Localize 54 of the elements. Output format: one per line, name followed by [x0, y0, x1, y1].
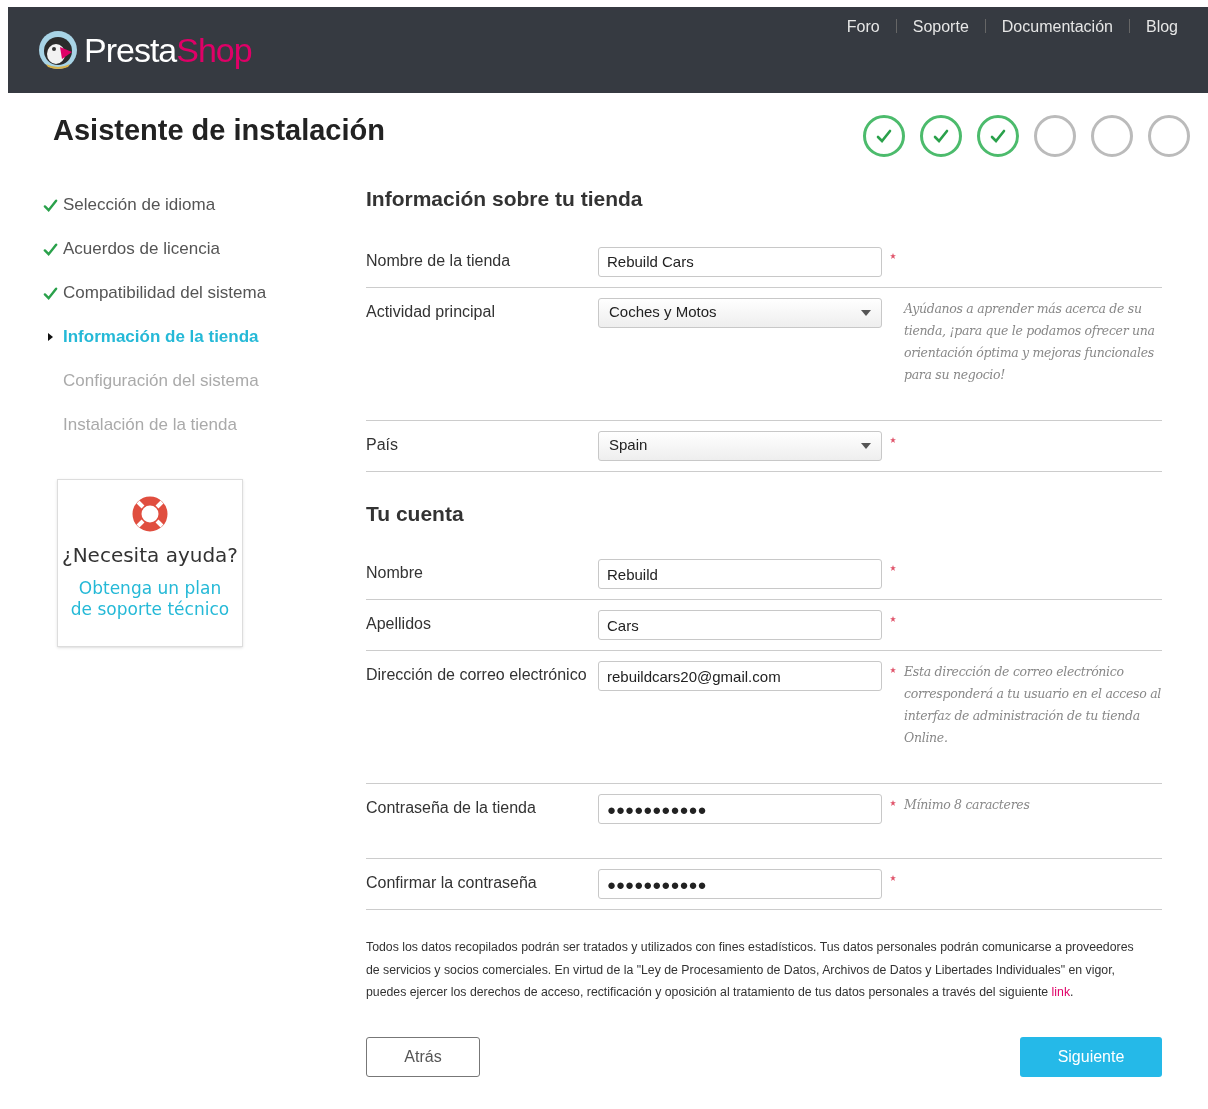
nav-link[interactable]: Documentación: [1001, 15, 1113, 39]
required-icon: [890, 875, 896, 881]
field-label: Apellidos: [366, 614, 432, 634]
check-icon: [990, 128, 1006, 144]
input-field[interactable]: Cars: [598, 610, 882, 640]
help-text: Ayúdanos a aprender más acerca de su tienda, ¡para que le podamos ofrecer una orientación óptima y mejoras funcionales para su negocio!: [904, 299, 1156, 384]
required-icon: [890, 252, 896, 259]
check-icon: [876, 128, 892, 144]
step-item: Configuración del sistema: [63, 370, 259, 393]
step-item: Selección de idioma: [63, 194, 216, 217]
step-item: Información de la tienda: [63, 326, 259, 349]
field-label: Nombre: [366, 563, 424, 583]
arrow-icon: [48, 333, 53, 341]
privacy-notice: Todos los datos recopilados podrán ser tratados y utilizados con fines estadísticos. Tus datos personales podrán comunicarse a proveedores de servicios y socios comerciales. En virtud de la "Ley de Procesamiento de Datos, Archivos de Datos y Libertades Individuales" en vigor, puedes ejercer los derechos de acceso, rectificación y oposición al tratamiento de tus datos personales a través del siguiente link.: [366, 939, 1135, 1001]
logo-text: PrestaShop: [84, 33, 252, 67]
help-text: Esta dirección de correo electrónico corresponderá a tu usuario en el acceso al interfaz de administración de tu tienda Online.: [904, 663, 1162, 747]
step-item: Instalación de la tienda: [63, 414, 237, 437]
password-field[interactable]: ●●●●●●●●●●●: [598, 794, 882, 824]
nav-link[interactable]: Blog: [1145, 15, 1178, 39]
page-title: Asistente de instalación: [53, 113, 385, 149]
input-field[interactable]: Rebuild Cars: [598, 246, 882, 277]
input-field[interactable]: rebuildcars20@gmail.com: [598, 661, 882, 691]
check-icon: [933, 128, 949, 144]
nav-link[interactable]: Soporte: [912, 15, 969, 39]
check-icon: [43, 197, 58, 213]
field-label: Contraseña de la tienda: [366, 798, 537, 818]
back-button[interactable]: Atrás: [366, 1036, 480, 1077]
required-icon: [890, 616, 896, 622]
select-field[interactable]: Spain: [598, 430, 882, 461]
field-label: Dirección de correo electrónico: [366, 665, 588, 685]
input-field[interactable]: Rebuild: [598, 559, 882, 589]
section-title: Tu cuenta: [366, 500, 465, 527]
check-icon: [43, 241, 58, 257]
caret-icon: [861, 309, 871, 316]
required-icon: [890, 800, 896, 806]
password-field[interactable]: ●●●●●●●●●●●: [598, 869, 882, 899]
step-item: Compatibilidad del sistema: [63, 282, 267, 305]
lifebuoy-icon: [132, 496, 168, 532]
puffin-logo-icon: [38, 30, 78, 70]
field-label: Confirmar la contraseña: [366, 873, 538, 893]
section-title: Información sobre tu tienda: [366, 186, 644, 212]
check-icon: [43, 285, 58, 301]
field-label: País: [366, 434, 399, 455]
help-text: Mínimo 8 caracteres: [904, 796, 1031, 814]
required-icon: [890, 667, 896, 673]
nav-link[interactable]: Foro: [846, 15, 880, 39]
select-field[interactable]: Coches y Motos: [598, 297, 882, 328]
field-label: Actividad principal: [366, 301, 496, 322]
required-icon: [890, 436, 896, 443]
caret-icon: [861, 442, 871, 449]
step-item: Acuerdos de licencia: [63, 238, 220, 261]
required-icon: [890, 565, 896, 571]
field-label: Nombre de la tienda: [366, 250, 512, 271]
help-title: ¿Necesita ayuda?: [62, 542, 238, 569]
